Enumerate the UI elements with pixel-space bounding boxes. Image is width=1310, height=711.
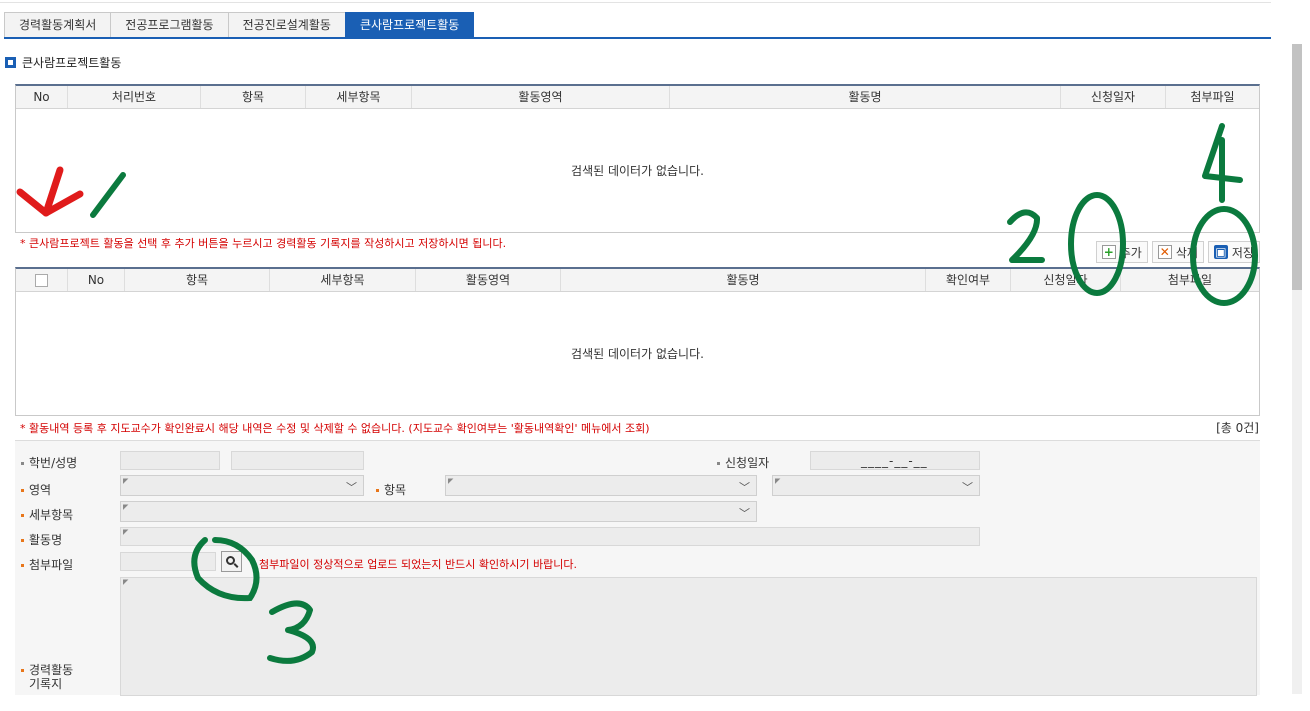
grid-header: No 처리번호 항목 세부항목 활동영역 활동명 신청일자 첨부파일 — [16, 86, 1259, 109]
section-title: 큰사람프로젝트활동 — [22, 56, 122, 70]
attachment-label: 첨부파일 — [21, 556, 73, 573]
tab-bar: 경력활동계획서 전공프로그램활동 전공진로설계활동 큰사람프로젝트활동 — [4, 12, 475, 38]
empty-message: 검색된 데이터가 없습니다. — [571, 164, 704, 178]
chevron-down-icon: ﹀ — [739, 481, 750, 494]
delete-icon: ✕ — [1157, 245, 1172, 259]
add-icon: + — [1101, 245, 1116, 259]
record-sheet-textarea[interactable]: ◤ — [120, 577, 1257, 696]
item-label: 항목 — [376, 481, 406, 498]
tab-underline — [4, 37, 1271, 39]
attachment-search-button[interactable] — [221, 551, 242, 572]
delete-label: 삭제 — [1175, 245, 1198, 260]
col-activity-area[interactable]: 활동영역 — [412, 86, 670, 108]
apply-date-field[interactable]: ____-__-__ — [810, 451, 980, 470]
project-list-grid: No 처리번호 항목 세부항목 활동영역 활동명 신청일자 첨부파일 검색된 데… — [15, 84, 1260, 233]
student-name-field[interactable] — [231, 451, 364, 470]
col-apply-date[interactable]: 신청일자 — [1011, 269, 1121, 291]
area-label: 영역 — [21, 481, 51, 498]
col-no[interactable]: No — [68, 269, 125, 291]
search-icon — [226, 556, 235, 565]
record-sheet-label: 경력활동 기록지 — [21, 663, 73, 691]
col-activity-area[interactable]: 활동영역 — [416, 269, 561, 291]
section-square-icon — [5, 57, 16, 68]
activity-form: 학번/성명 신청일자 ____-__-__ 영역 ◤ ﹀ 항목 ◤ ﹀ ◤ ﹀ 세부항… — [15, 440, 1260, 696]
col-item[interactable]: 항목 — [125, 269, 270, 291]
item-select[interactable]: ◤ ﹀ — [445, 475, 757, 496]
detail-item-select[interactable]: ◤ ﹀ — [120, 501, 757, 522]
col-apply-date[interactable]: 신청일자 — [1061, 86, 1166, 108]
add-label: 추가 — [1119, 245, 1142, 260]
save-icon: ▣ — [1213, 245, 1228, 259]
item-sub-select[interactable]: ◤ ﹀ — [772, 475, 980, 496]
col-confirm-status[interactable]: 확인여부 — [926, 269, 1011, 291]
chevron-down-icon: ﹀ — [739, 507, 750, 520]
col-activity-name[interactable]: 활동명 — [561, 269, 926, 291]
apply-date-label: 신청일자 — [717, 454, 769, 471]
chevron-down-icon: ﹀ — [346, 481, 357, 494]
confirm-warning-note: * 활동내역 등록 후 지도교수가 확인완료시 해당 내역은 수정 및 삭제할 … — [20, 422, 650, 435]
top-divider — [0, 0, 1271, 3]
col-select — [16, 269, 68, 291]
col-attachment[interactable]: 첨부파일 — [1166, 86, 1259, 108]
tab-career-plan[interactable]: 경력활동계획서 — [4, 12, 112, 38]
activity-record-grid: No 항목 세부항목 활동영역 활동명 확인여부 신청일자 첨부파일 검색된 데… — [15, 267, 1260, 416]
activity-name-field[interactable]: ◤ — [120, 527, 980, 546]
col-item[interactable]: 항목 — [201, 86, 306, 108]
save-button[interactable]: ▣ 저장 — [1207, 241, 1260, 263]
instruction-note: * 큰사람프로젝트 활동을 선택 후 추가 버튼을 누르시고 경력활동 기록지를… — [20, 237, 507, 250]
tab-big-person-project[interactable]: 큰사람프로젝트활동 — [344, 12, 475, 38]
apply-date-value: ____-__-__ — [861, 454, 928, 468]
tab-major-program[interactable]: 전공프로그램활동 — [110, 12, 229, 38]
col-no[interactable]: No — [16, 86, 68, 108]
empty-message: 검색된 데이터가 없습니다. — [571, 347, 704, 361]
col-detail-item[interactable]: 세부항목 — [306, 86, 412, 108]
select-all-checkbox[interactable] — [35, 274, 48, 287]
grid-toolbar: + 추가 ✕ 삭제 ▣ 저장 — [1095, 241, 1260, 263]
attachment-note: * 첨부파일이 정상적으로 업로드 되었는지 반드시 확인하시기 바랍니다. — [250, 558, 577, 571]
tab-career-design[interactable]: 전공진로설계활동 — [227, 12, 346, 38]
chevron-down-icon: ﹀ — [962, 481, 973, 494]
activity-name-label: 활동명 — [21, 531, 62, 548]
col-process-no[interactable]: 처리번호 — [68, 86, 201, 108]
col-attachment[interactable]: 첨부파일 — [1121, 269, 1259, 291]
save-label: 저장 — [1231, 245, 1254, 260]
detail-item-label: 세부항목 — [21, 506, 73, 523]
add-button[interactable]: + 추가 — [1095, 241, 1148, 263]
col-activity-name[interactable]: 활동명 — [670, 86, 1061, 108]
student-label: 학번/성명 — [21, 454, 77, 471]
section-header: 큰사람프로젝트활동 — [5, 54, 121, 71]
col-detail-item[interactable]: 세부항목 — [270, 269, 416, 291]
scrollbar-thumb[interactable] — [1292, 44, 1302, 290]
total-count: [총 0건] — [1216, 421, 1259, 435]
student-id-field[interactable] — [120, 451, 220, 470]
delete-button[interactable]: ✕ 삭제 — [1151, 241, 1204, 263]
area-select[interactable]: ◤ ﹀ — [120, 475, 364, 496]
attachment-field[interactable] — [120, 552, 216, 571]
grid-header: No 항목 세부항목 활동영역 활동명 확인여부 신청일자 첨부파일 — [16, 269, 1259, 292]
